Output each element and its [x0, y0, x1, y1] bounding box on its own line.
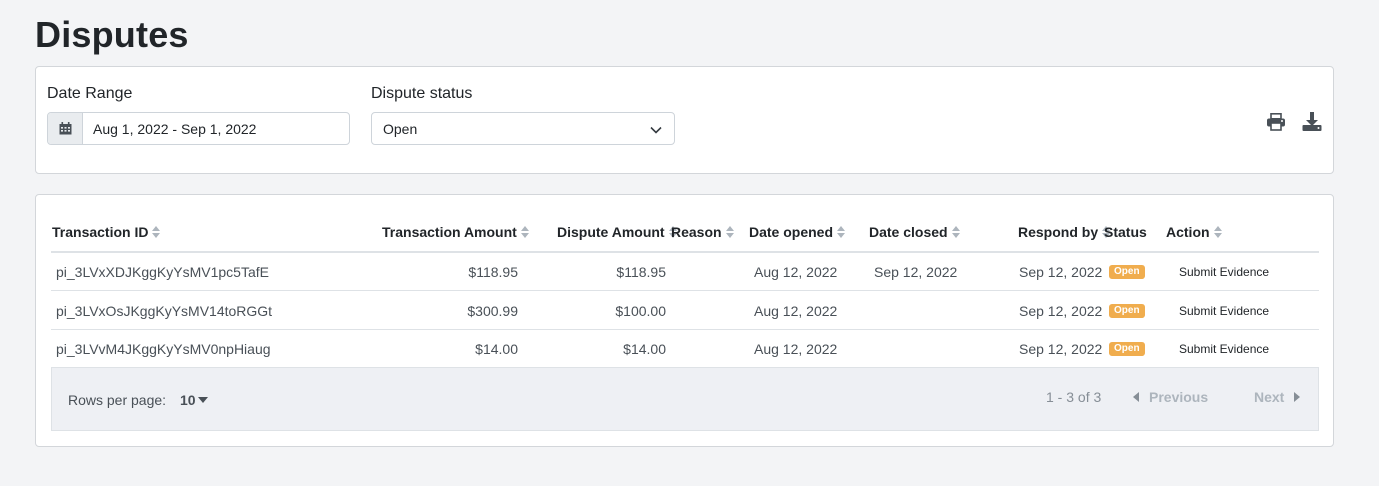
caret-right-icon: [1294, 392, 1301, 402]
action-cell: Submit Evidence: [1179, 253, 1269, 291]
table-row[interactable]: pi_3LVvM4JKggKyYsMV0npHiaug $14.00 $14.0…: [51, 330, 1319, 368]
status-badge: Open: [1109, 342, 1145, 356]
dispute-amount-cell: $100.00: [615, 303, 666, 319]
column-header-date-opened[interactable]: Date opened: [749, 213, 846, 251]
column-header-action[interactable]: Action: [1166, 213, 1222, 251]
column-header-date-closed[interactable]: Date closed: [869, 213, 960, 251]
status-cell: Open: [1109, 330, 1145, 368]
table-row[interactable]: pi_3LVxOsJKggKyYsMV14toRGGt $300.99 $100…: [51, 292, 1319, 330]
dispute-amount-cell: $14.00: [623, 341, 666, 357]
transaction-id-cell: pi_3LVxXDJKggKyYsMV1pc5TafE: [56, 264, 269, 280]
rows-per-page-select[interactable]: 10: [180, 392, 208, 408]
chevron-down-icon: [650, 121, 662, 137]
submit-evidence-link[interactable]: Submit Evidence: [1179, 265, 1269, 279]
download-icon[interactable]: [1301, 111, 1323, 133]
date-range-label: Date Range: [47, 85, 133, 102]
calendar-icon[interactable]: [48, 113, 83, 144]
transaction-id-cell: pi_3LVxOsJKggKyYsMV14toRGGt: [56, 303, 273, 319]
sort-icon: [951, 226, 960, 238]
date-opened-cell: Aug 12, 2022: [754, 303, 838, 319]
column-header-dispute-amount[interactable]: Dispute Amount: [557, 213, 677, 251]
sort-icon: [520, 226, 529, 238]
caret-left-icon: [1133, 392, 1139, 402]
date-opened-cell: Aug 12, 2022: [754, 264, 838, 280]
status-badge: Open: [1109, 265, 1145, 279]
filter-panel: Date Range Aug 1, 2022 - Sep 1, 2022 Dis…: [35, 66, 1334, 174]
table-row[interactable]: pi_3LVxXDJKggKyYsMV1pc5TafE $118.95 $118…: [51, 253, 1319, 291]
column-header-reason[interactable]: Reason: [671, 213, 734, 251]
disputes-table: Transaction ID Transaction Amount Disput…: [35, 194, 1334, 447]
date-closed-cell: Sep 12, 2022: [874, 264, 958, 280]
column-header-respond-by[interactable]: Respond by: [1018, 213, 1111, 251]
column-header-status[interactable]: Status: [1104, 213, 1147, 251]
table-header: Transaction ID Transaction Amount Disput…: [51, 213, 1319, 253]
respond-by-cell: Sep 12, 2022: [1019, 303, 1103, 319]
transaction-amount-cell: $14.00: [475, 341, 518, 357]
sort-icon: [837, 226, 846, 238]
transaction-id-cell: pi_3LVvM4JKggKyYsMV0npHiaug: [56, 341, 271, 357]
dispute-amount-cell: $118.95: [616, 264, 666, 280]
transaction-amount-cell: $300.99: [467, 303, 518, 319]
sort-icon: [725, 226, 734, 238]
column-header-transaction-amount[interactable]: Transaction Amount: [382, 213, 529, 251]
previous-button[interactable]: Previous: [1133, 389, 1208, 405]
dispute-status-label: Dispute status: [371, 85, 473, 102]
caret-down-icon: [197, 397, 208, 403]
date-range-picker[interactable]: Aug 1, 2022 - Sep 1, 2022: [47, 112, 350, 145]
dispute-status-select[interactable]: Open: [371, 112, 675, 145]
date-range-value: Aug 1, 2022 - Sep 1, 2022: [93, 120, 257, 137]
status-cell: Open: [1109, 292, 1145, 330]
sort-icon: [152, 226, 161, 238]
date-opened-cell: Aug 12, 2022: [754, 341, 838, 357]
rows-per-page-value: 10: [180, 392, 196, 408]
status-badge: Open: [1109, 304, 1145, 318]
action-cell: Submit Evidence: [1179, 330, 1269, 368]
action-cell: Submit Evidence: [1179, 292, 1269, 330]
transaction-amount-cell: $118.95: [468, 264, 518, 280]
respond-by-cell: Sep 12, 2022: [1019, 264, 1103, 280]
sort-icon: [1213, 226, 1222, 238]
dispute-status-value: Open: [383, 120, 418, 137]
next-button[interactable]: Next: [1254, 389, 1301, 405]
page-title: Disputes: [35, 14, 189, 55]
submit-evidence-link[interactable]: Submit Evidence: [1179, 304, 1269, 318]
pagination-bar: Rows per page: 10 1 - 3 of 3 Previous Ne…: [51, 367, 1319, 431]
submit-evidence-link[interactable]: Submit Evidence: [1179, 342, 1269, 356]
rows-per-page-label: Rows per page:: [68, 392, 167, 408]
column-header-transaction-id[interactable]: Transaction ID: [52, 213, 161, 251]
status-cell: Open: [1109, 253, 1145, 291]
respond-by-cell: Sep 12, 2022: [1019, 341, 1103, 357]
pagination-range: 1 - 3 of 3: [1046, 389, 1102, 405]
printer-icon[interactable]: [1265, 111, 1287, 133]
